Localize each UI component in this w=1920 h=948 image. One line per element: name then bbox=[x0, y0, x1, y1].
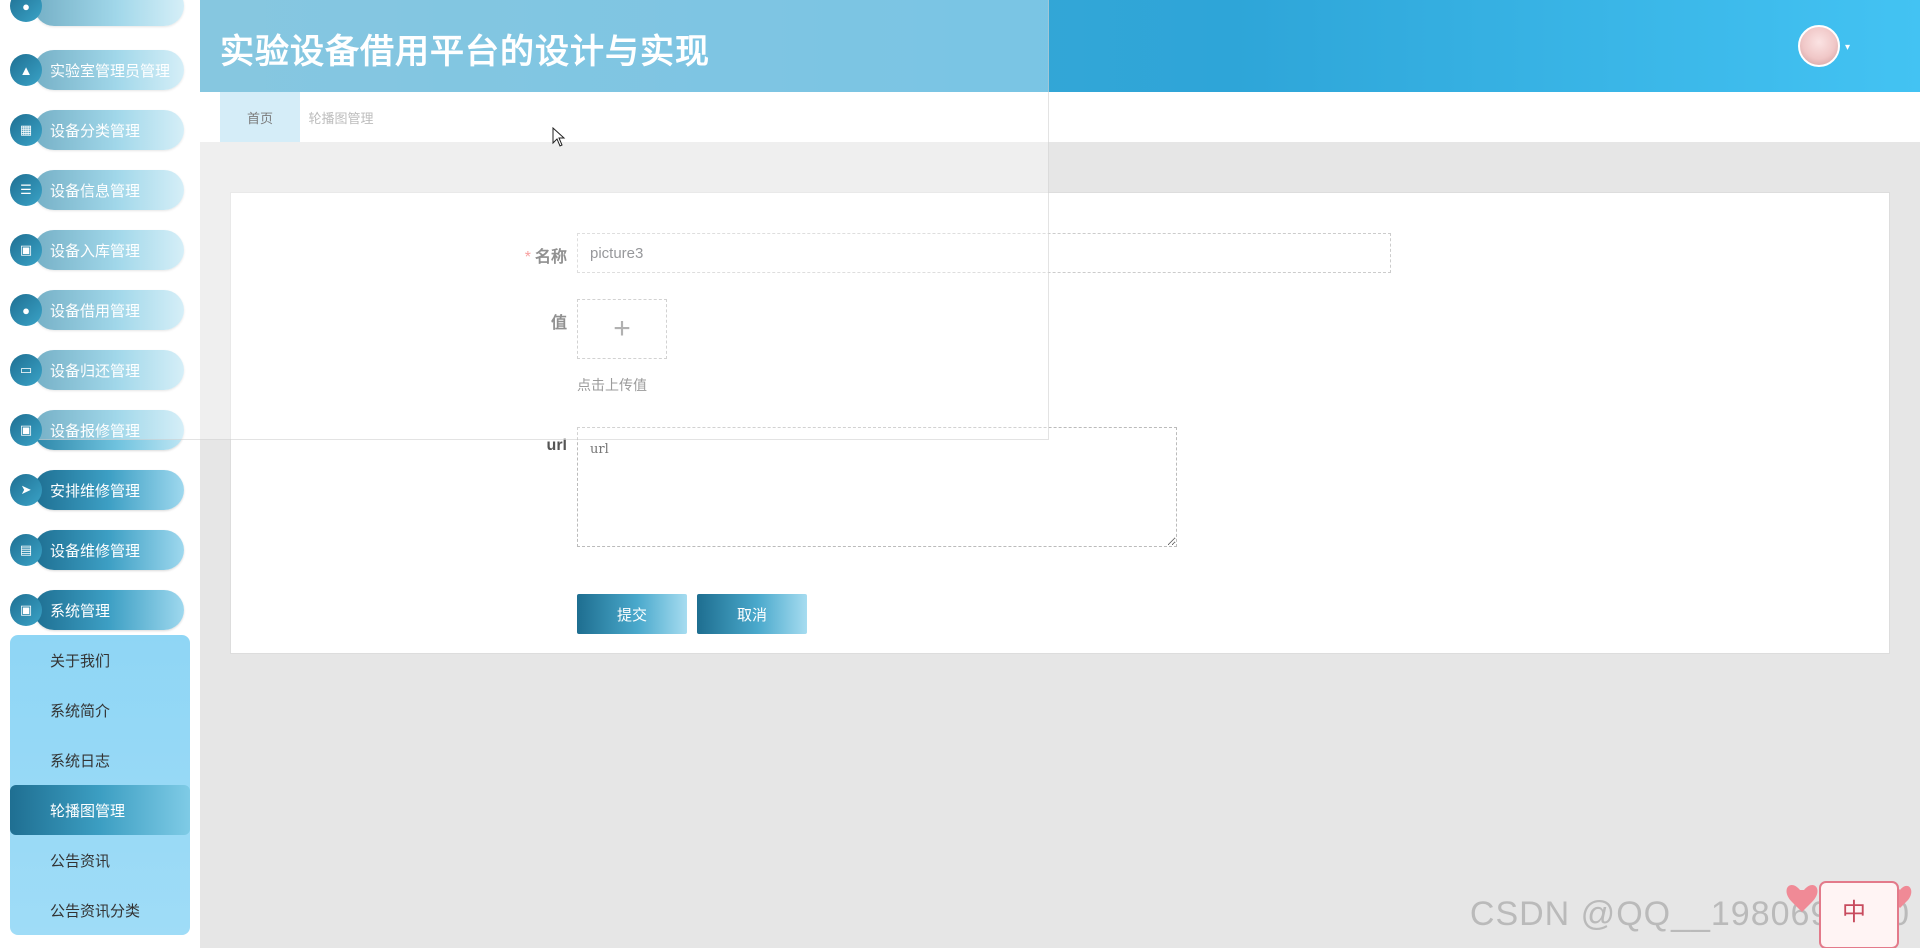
tab-carousel-management[interactable]: 轮播图管理 bbox=[300, 92, 382, 142]
sidebar-item-device-repair-report[interactable]: ▣ 设备报修管理 bbox=[10, 410, 184, 450]
user-icon: ▲ bbox=[10, 54, 42, 86]
name-label-text: 名称 bbox=[534, 249, 567, 266]
chevron-down-icon[interactable]: ▾ bbox=[1845, 42, 1850, 53]
sidebar-item-system[interactable]: ▣ 系统管理 bbox=[10, 590, 184, 630]
sidebar-item-lab-admin[interactable]: ▲ 实验室管理员管理 bbox=[10, 50, 184, 90]
sidebar-item-repair-schedule[interactable]: ➤ 安排维修管理 bbox=[10, 470, 184, 510]
sidebar-item-partial[interactable]: ● bbox=[10, 0, 184, 26]
submenu-item-log[interactable]: 系统日志 bbox=[10, 735, 190, 785]
value-label: 值 bbox=[550, 315, 567, 332]
system-submenu: 关于我们 系统简介 系统日志 轮播图管理 公告资讯 公告资讯分类 bbox=[10, 635, 190, 935]
plus-icon: + bbox=[613, 312, 631, 345]
form-card: *名称 picture3 值 + 点击上传值 url 提交 取消 bbox=[230, 192, 1890, 654]
sidebar-item-device-return[interactable]: ▭ 设备归还管理 bbox=[10, 350, 184, 390]
top-header: 实验设备借用平台的设计与实现 ▾ bbox=[200, 0, 1920, 92]
upload-button[interactable]: + bbox=[577, 299, 667, 359]
sidebar: ● ▲ 实验室管理员管理 ▦ 设备分类管理 ☰ 设备信息管理 ▣ 设备入库管理 … bbox=[0, 0, 200, 948]
required-marker: * bbox=[524, 249, 531, 266]
url-label: url bbox=[546, 437, 567, 454]
sidebar-item-label: 设备分类管理 bbox=[34, 110, 184, 150]
list-icon: ☰ bbox=[10, 174, 42, 206]
pin-icon: ● bbox=[10, 294, 42, 326]
sidebar-item-label: 实验室管理员管理 bbox=[34, 50, 184, 90]
tab-home[interactable]: 首页 bbox=[220, 92, 300, 142]
sidebar-item-device-info[interactable]: ☰ 设备信息管理 bbox=[10, 170, 184, 210]
sidebar-item-label: 系统管理 bbox=[34, 590, 184, 630]
avatar[interactable] bbox=[1798, 25, 1840, 67]
name-label: * 名称 bbox=[447, 243, 567, 267]
apps-icon: ▣ bbox=[10, 414, 42, 446]
url-textarea[interactable] bbox=[577, 427, 1177, 547]
sidebar-item-label: 设备信息管理 bbox=[34, 170, 184, 210]
upload-hint: 点击上传值 bbox=[577, 377, 647, 393]
apps-icon: ▣ bbox=[10, 594, 42, 626]
name-input[interactable]: picture3 bbox=[577, 233, 1391, 273]
submenu-item-news-category[interactable]: 公告资讯分类 bbox=[10, 885, 190, 935]
sidebar-item-label bbox=[34, 0, 184, 26]
sidebar-item-label: 设备入库管理 bbox=[34, 230, 184, 270]
mascot-decoration-icon: 中 bbox=[1786, 881, 1912, 948]
sidebar-item-label: 安排维修管理 bbox=[34, 470, 184, 510]
sidebar-item-device-repair[interactable]: ▤ 设备维修管理 bbox=[10, 530, 184, 570]
sidebar-item-device-category[interactable]: ▦ 设备分类管理 bbox=[10, 110, 184, 150]
svg-text:中: 中 bbox=[1842, 898, 1866, 926]
app-title: 实验设备借用平台的设计与实现 bbox=[220, 32, 710, 72]
submenu-item-news[interactable]: 公告资讯 bbox=[10, 835, 190, 885]
user-icon: ● bbox=[10, 0, 42, 22]
tabs-bar: 首页 轮播图管理 bbox=[200, 92, 1920, 142]
sidebar-item-device-stock-in[interactable]: ▣ 设备入库管理 bbox=[10, 230, 184, 270]
sidebar-item-label: 设备报修管理 bbox=[34, 410, 184, 450]
monitor-icon: ▭ bbox=[10, 354, 42, 386]
sidebar-item-label: 设备借用管理 bbox=[34, 290, 184, 330]
submenu-item-carousel[interactable]: 轮播图管理 bbox=[10, 785, 190, 835]
mouse-cursor-icon bbox=[552, 127, 566, 147]
sidebar-item-device-borrow[interactable]: ● 设备借用管理 bbox=[10, 290, 184, 330]
send-icon: ➤ bbox=[10, 474, 42, 506]
grid-icon: ▦ bbox=[10, 114, 42, 146]
clipboard-icon: ▤ bbox=[10, 534, 42, 566]
submenu-item-intro[interactable]: 系统简介 bbox=[10, 685, 190, 735]
sidebar-item-label: 设备维修管理 bbox=[34, 530, 184, 570]
submit-button[interactable]: 提交 bbox=[577, 594, 687, 634]
apps-icon: ▣ bbox=[10, 234, 42, 266]
submenu-item-about[interactable]: 关于我们 bbox=[10, 635, 190, 685]
cancel-button[interactable]: 取消 bbox=[697, 594, 807, 634]
sidebar-item-label: 设备归还管理 bbox=[34, 350, 184, 390]
